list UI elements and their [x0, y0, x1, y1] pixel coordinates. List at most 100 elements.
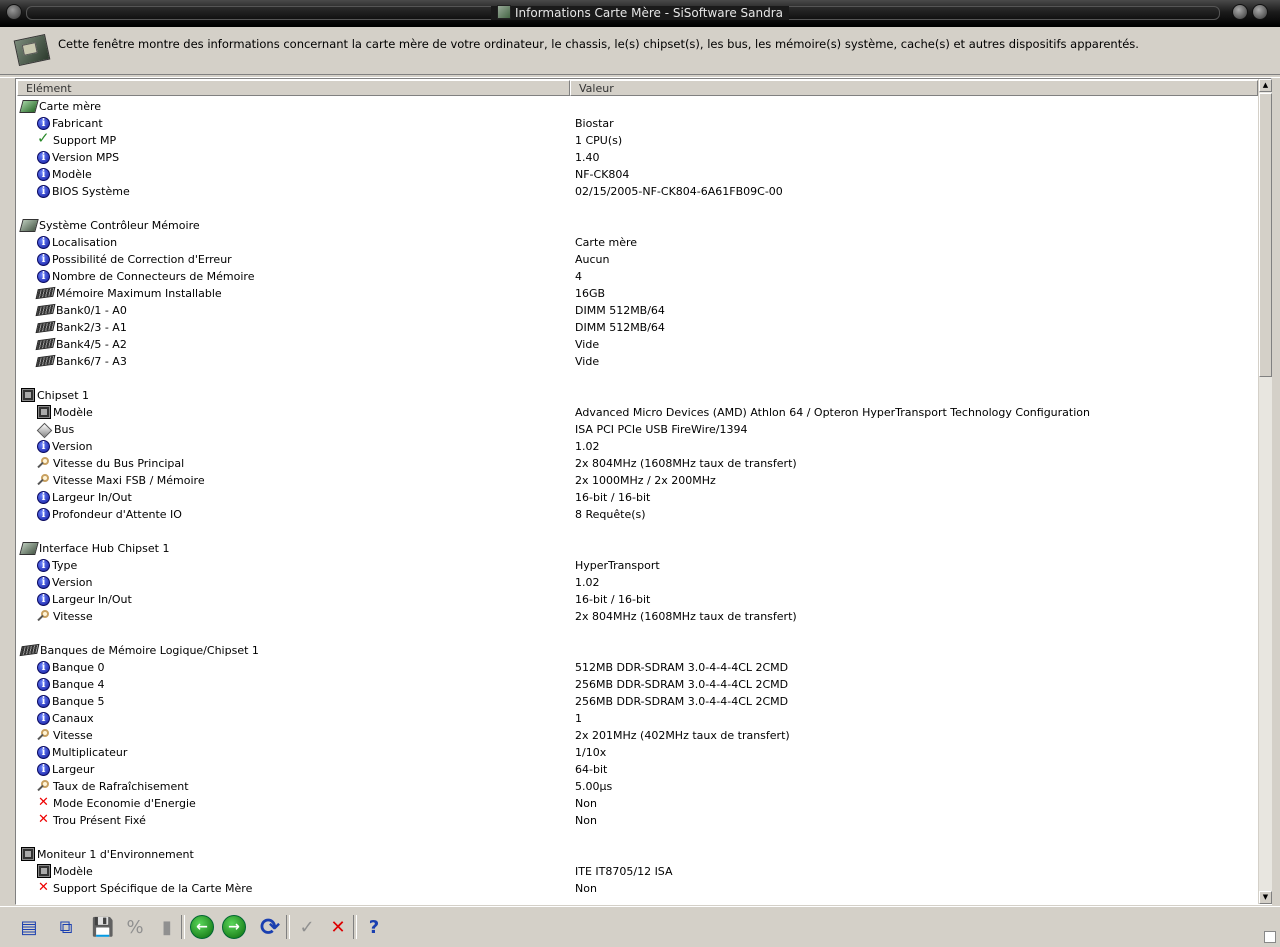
table-row[interactable]: Possibilité de Correction d'Erreur Aucun	[16, 251, 1257, 268]
element-cell: Multiplicateur	[16, 744, 587, 761]
element-cell: Support MP	[16, 130, 587, 149]
cross-icon	[37, 879, 51, 896]
memory-icon	[35, 303, 56, 317]
table-row[interactable]: Bank2/3 - A1 DIMM 512MB/64	[16, 319, 1257, 336]
element-cell: Support Spécifique de la Carte Mère	[16, 879, 587, 897]
category-row[interactable]: Système Contrôleur Mémoire	[16, 217, 1257, 234]
element-label: Localisation	[52, 236, 118, 249]
value-cell: Carte mère	[575, 236, 638, 249]
table-row[interactable]: Modèle Advanced Micro Devices (AMD) Athlo…	[16, 404, 1257, 421]
element-cell: Banque 4	[16, 676, 587, 693]
element-cell: Banque 5	[16, 693, 587, 710]
motherboard-icon	[19, 219, 39, 232]
table-row[interactable]: Fabricant Biostar	[16, 115, 1257, 132]
element-label: Bank0/1 - A0	[56, 304, 127, 317]
table-row[interactable]: Version 1.02	[16, 574, 1257, 591]
element-cell: Banques de Mémoire Logique/Chipset 1	[16, 642, 571, 659]
refresh-button[interactable]: ⟳	[256, 913, 284, 941]
element-label: Multiplicateur	[52, 746, 128, 759]
table-row[interactable]: Version MPS 1.40	[16, 149, 1257, 166]
table-row[interactable]: Type HyperTransport	[16, 557, 1257, 574]
table-row[interactable]: Mode Economie d'Energie Non	[16, 794, 1257, 812]
table-row[interactable]: Bank0/1 - A0 DIMM 512MB/64	[16, 302, 1257, 319]
column-header-element[interactable]: Elément	[17, 80, 570, 96]
table-row[interactable]: Localisation Carte mère	[16, 234, 1257, 251]
table-row[interactable]: Mémoire Maximum Installable 16GB	[16, 285, 1257, 302]
blank-row	[16, 523, 1257, 540]
table-row[interactable]: Banque 4 256MB DDR-SDRAM 3.0-4-4-4CL 2CMD	[16, 676, 1257, 693]
percent-button[interactable]: %	[121, 913, 149, 941]
table-row[interactable]: Vitesse du Bus Principal 2x 804MHz (1608M…	[16, 455, 1257, 472]
category-row[interactable]: Moniteur 1 d'Environnement	[16, 846, 1257, 863]
header-description: Cette fenêtre montre des informations co…	[58, 37, 1139, 51]
table-row[interactable]: Taux de Rafraîchisement 5.00µs	[16, 778, 1257, 795]
vertical-scrollbar[interactable]: ▲ ▼	[1258, 79, 1272, 904]
info-icon	[37, 761, 50, 778]
table-row[interactable]: Largeur 64-bit	[16, 761, 1257, 778]
scroll-up-icon[interactable]: ▲	[1259, 79, 1272, 92]
table-row[interactable]: Nombre de Connecteurs de Mémoire 4	[16, 268, 1257, 285]
chart-button[interactable]: ▮	[153, 913, 181, 941]
element-cell: Version	[16, 574, 587, 591]
table-row[interactable]: Version 1.02	[16, 438, 1257, 455]
column-header-value[interactable]: Valeur	[570, 80, 1258, 96]
check-icon	[37, 130, 51, 147]
category-row[interactable]: Carte mère	[16, 98, 1257, 115]
close-window-icon[interactable]	[1252, 4, 1268, 20]
category-row[interactable]: Interface Hub Chipset 1	[16, 540, 1257, 557]
table-row[interactable]: Profondeur d'Attente IO 8 Requête(s)	[16, 506, 1257, 523]
value-cell: 4	[575, 270, 582, 283]
table-row[interactable]: Modèle NF-CK804	[16, 166, 1257, 183]
table-row[interactable]: Canaux 1	[16, 710, 1257, 727]
table-row[interactable]: Banque 5 256MB DDR-SDRAM 3.0-4-4-4CL 2CMD	[16, 693, 1257, 710]
element-cell: Modèle	[16, 863, 587, 880]
table-row[interactable]: Support MP 1 CPU(s)	[16, 130, 1257, 149]
copy-button[interactable]: ⧉	[52, 913, 80, 941]
table-row[interactable]: Bank4/5 - A2 Vide	[16, 336, 1257, 353]
table-row[interactable]: Vitesse 2x 201MHz (402MHz taux de transfe…	[16, 727, 1257, 744]
scroll-down-icon[interactable]: ▼	[1259, 891, 1272, 904]
toolbar-separator	[353, 915, 357, 939]
motherboard-green-icon	[19, 100, 39, 113]
table-row[interactable]: Bus ISA PCI PCIe USB FireWire/1394	[16, 421, 1257, 439]
title-bar[interactable]: Informations Carte Mère - SiSoftware San…	[0, 0, 1280, 27]
table-row[interactable]: Vitesse 2x 804MHz (1608MHz taux de transf…	[16, 608, 1257, 625]
value-cell: 1	[575, 712, 582, 725]
table-row[interactable]: Multiplicateur 1/10x	[16, 744, 1257, 761]
minimize-icon[interactable]	[1232, 4, 1248, 20]
table-row[interactable]: Modèle ITE IT8705/12 ISA	[16, 863, 1257, 880]
scroll-thumb[interactable]	[1259, 93, 1272, 377]
table-row[interactable]: Vitesse Maxi FSB / Mémoire 2x 1000MHz / 2…	[16, 472, 1257, 489]
info-listview[interactable]: Elément Valeur Carte mère Fabricant Biosta…	[15, 78, 1272, 905]
table-row[interactable]: Trou Présent Fixé Non	[16, 811, 1257, 829]
value-cell: Vide	[575, 338, 600, 351]
resize-grip-icon[interactable]	[1264, 931, 1276, 943]
table-row[interactable]: Largeur In/Out 16-bit / 16-bit	[16, 591, 1257, 608]
help-button[interactable]: ?	[360, 913, 388, 941]
info-icon	[37, 574, 50, 591]
element-label: Vitesse du Bus Principal	[53, 457, 185, 470]
value-cell: ISA PCI PCIe USB FireWire/1394	[575, 423, 748, 436]
close-button[interactable]: ✕	[324, 913, 352, 941]
table-row[interactable]: Bank6/7 - A3 Vide	[16, 353, 1257, 370]
category-row[interactable]: Banques de Mémoire Logique/Chipset 1	[16, 642, 1257, 659]
value-cell: 02/15/2005-NF-CK804-6A61FB09C-00	[575, 185, 783, 198]
element-cell: Bank2/3 - A1	[16, 319, 587, 336]
forward-button[interactable]: →	[220, 913, 248, 941]
back-button[interactable]: ←	[188, 913, 216, 941]
value-cell: 16-bit / 16-bit	[575, 593, 651, 606]
table-row[interactable]: Support Spécifique de la Carte Mère Non	[16, 879, 1257, 897]
table-row[interactable]: BIOS Système 02/15/2005-NF-CK804-6A61FB09…	[16, 183, 1257, 200]
element-cell: Taux de Rafraîchisement	[16, 778, 587, 795]
report-icon: ▤	[20, 916, 38, 938]
ok-button[interactable]: ✓	[293, 913, 321, 941]
category-row[interactable]: Chipset 1	[16, 387, 1257, 404]
table-row[interactable]: Largeur In/Out 16-bit / 16-bit	[16, 489, 1257, 506]
value-cell: DIMM 512MB/64	[575, 304, 665, 317]
element-cell: Bank0/1 - A0	[16, 302, 587, 319]
table-row[interactable]: Banque 0 512MB DDR-SDRAM 3.0-4-4-4CL 2CMD	[16, 659, 1257, 676]
save-button[interactable]: 💾	[89, 913, 117, 941]
element-cell: Banque 0	[16, 659, 587, 676]
report-button[interactable]: ▤	[15, 913, 43, 941]
memory-icon	[35, 354, 56, 368]
